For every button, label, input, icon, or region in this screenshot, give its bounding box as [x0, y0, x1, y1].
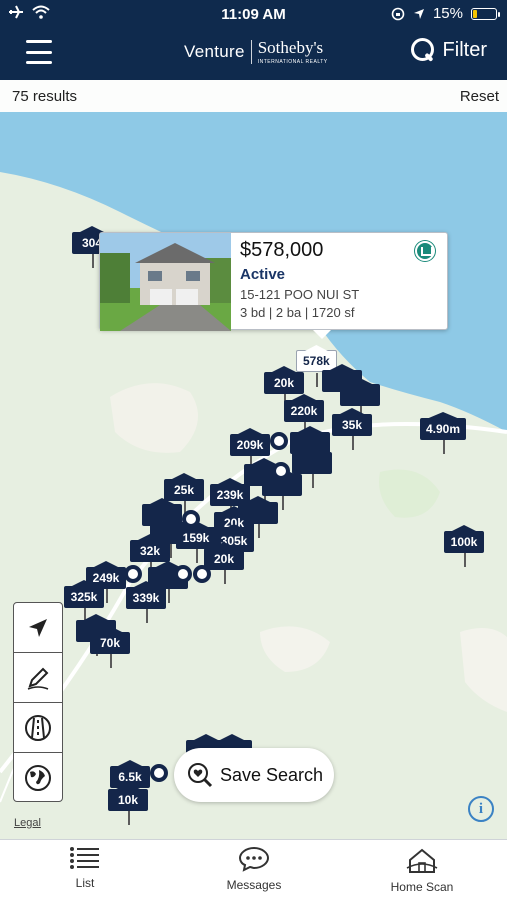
tab-list[interactable]: List: [25, 846, 145, 890]
listing-details: 3 bd | 2 ba | 1720 sf: [240, 305, 355, 320]
cluster-marker[interactable]: [272, 462, 290, 480]
cluster-marker[interactable]: [182, 510, 200, 528]
cluster-marker[interactable]: [193, 565, 211, 583]
reset-button[interactable]: Reset: [460, 88, 499, 105]
cluster-marker[interactable]: [174, 565, 192, 583]
lock-rotation-icon: [391, 7, 405, 20]
battery-icon: [471, 7, 500, 20]
draw-button[interactable]: [14, 653, 62, 703]
map-tools: [13, 602, 63, 802]
messages-icon: [238, 846, 270, 872]
tab-messages-label: Messages: [226, 878, 282, 892]
home-scan-icon: [406, 848, 438, 873]
listing-photo: [100, 233, 231, 331]
brand-divider: [250, 39, 252, 64]
listing-info: $578,000 Active 15-121 POO NUI ST 3 bd |…: [240, 239, 359, 320]
cluster-marker[interactable]: [150, 764, 168, 782]
info-icon[interactable]: i: [468, 796, 494, 822]
map-view[interactable]: 304 578k 20k 220k 35k 209k 4.90m 25k 239…: [0, 112, 507, 839]
tab-bar: List Messages Home Scan: [0, 839, 507, 900]
menu-icon[interactable]: [26, 40, 52, 64]
map-pin[interactable]: [292, 452, 332, 488]
cluster-marker[interactable]: [270, 432, 288, 450]
map-pin[interactable]: 20k: [204, 548, 244, 584]
map-pin[interactable]: 4.90m: [420, 418, 467, 454]
map-pin[interactable]: 100k: [444, 531, 484, 567]
map-pin[interactable]: 25k: [164, 479, 204, 515]
status-bar: 11:09 AM 15%: [0, 0, 507, 28]
app-header: Venture Sotheby's INTERNATIONAL REALTY F…: [0, 28, 507, 80]
top-bar: 11:09 AM 15% Venture Sotheby's INTERNATI…: [0, 0, 507, 80]
map-pin[interactable]: 209k: [230, 434, 270, 470]
map-pin[interactable]: 339k: [126, 587, 166, 623]
map-pin[interactable]: 325k: [64, 586, 104, 622]
filter-label: Filter: [442, 38, 487, 61]
tab-home-scan[interactable]: Home Scan: [362, 846, 482, 894]
brand-sothebys: Sotheby's INTERNATIONAL REALTY: [258, 38, 328, 65]
map-pin[interactable]: 159k: [176, 527, 216, 563]
heart-search-icon: [188, 763, 213, 788]
map-pin[interactable]: 35k: [332, 414, 372, 450]
pencil-icon: [27, 667, 49, 690]
listing-price: $578,000: [240, 239, 324, 261]
filter-button[interactable]: Filter: [410, 38, 487, 62]
results-bar: 75 results Reset: [0, 80, 507, 112]
cluster-marker[interactable]: [124, 565, 142, 583]
tab-messages[interactable]: Messages: [194, 846, 314, 892]
map-pin[interactable]: 70k: [90, 632, 130, 668]
location-arrow-icon: [413, 8, 424, 19]
location-arrow-icon: [29, 618, 47, 637]
results-count: 75 results: [12, 88, 78, 105]
legal-link[interactable]: Legal: [14, 817, 41, 829]
listing-popup-card[interactable]: $578,000 Active 15-121 POO NUI ST 3 bd |…: [99, 232, 448, 339]
brand-sothebys-name: Sotheby's: [257, 38, 324, 57]
search-icon: [410, 38, 435, 62]
list-icon: [70, 847, 99, 869]
map-pin[interactable]: 10k: [108, 789, 148, 825]
tab-list-label: List: [75, 876, 95, 890]
tab-home-scan-label: Home Scan: [390, 880, 454, 894]
map-layers-button[interactable]: [14, 753, 62, 803]
map-pin[interactable]: 220k: [284, 400, 324, 436]
road-icon: [25, 714, 51, 741]
battery-percent: 15%: [432, 5, 463, 22]
popup-caret: [313, 330, 331, 339]
status-right: 15%: [391, 5, 500, 22]
brand-venture: Venture: [184, 41, 245, 61]
save-search-label: Save Search: [220, 764, 324, 785]
locate-button[interactable]: [14, 603, 62, 653]
globe-icon: [25, 765, 51, 791]
brand-tagline: INTERNATIONAL REALTY: [257, 59, 328, 65]
map-pin[interactable]: 20k: [264, 372, 304, 408]
map-pin-selected[interactable]: 578k: [296, 350, 337, 387]
brand-logo: Venture Sotheby's INTERNATIONAL REALTY: [184, 38, 328, 65]
map-pin[interactable]: 32k: [130, 540, 170, 576]
home-badge-icon: [415, 241, 435, 261]
listing-address: 15-121 POO NUI ST: [240, 287, 360, 302]
road-view-button[interactable]: [14, 703, 62, 753]
save-search-button[interactable]: Save Search: [174, 748, 334, 802]
listing-status: Active: [240, 266, 286, 283]
map-pin[interactable]: [340, 384, 380, 420]
